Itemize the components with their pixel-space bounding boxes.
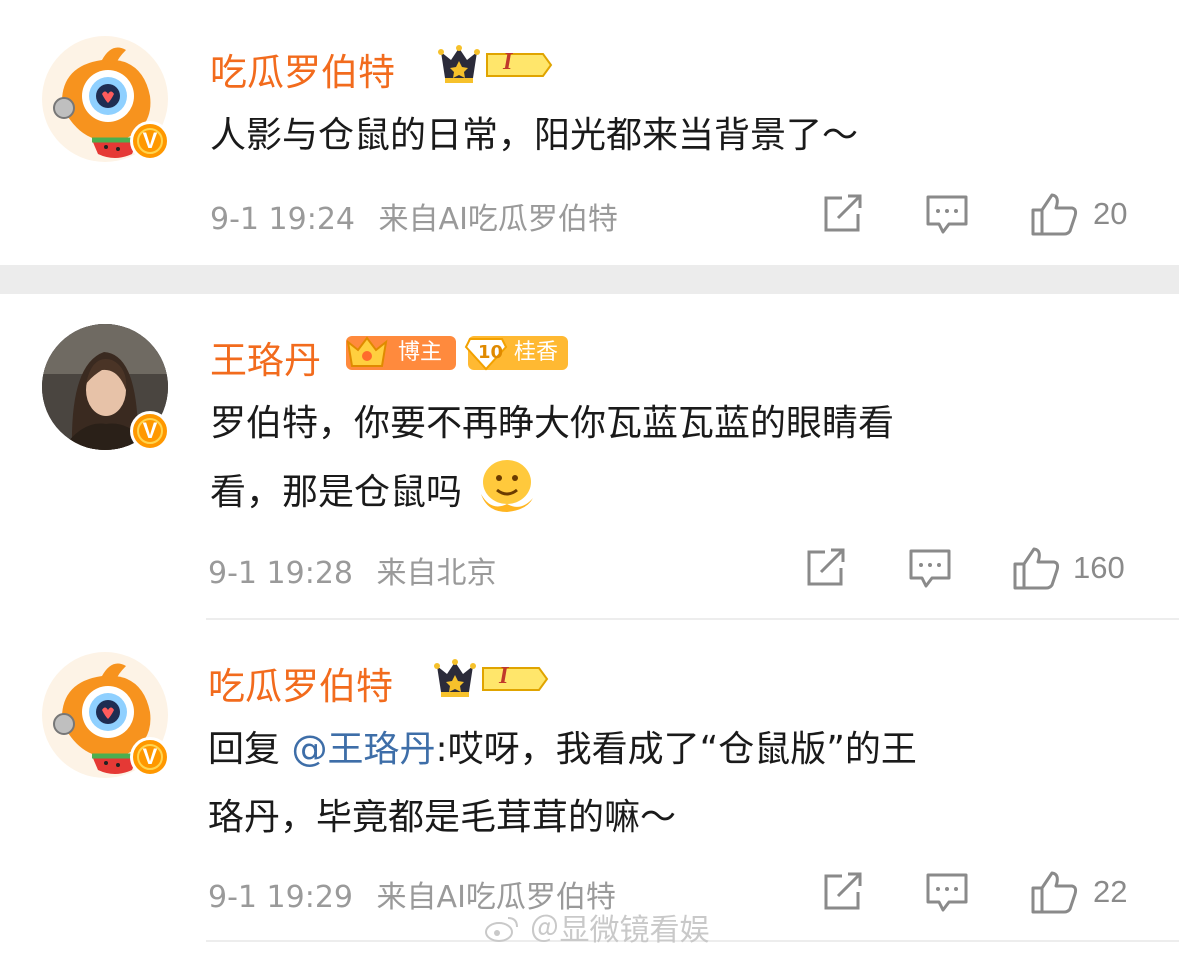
comment-button[interactable] <box>908 548 952 594</box>
like-icon <box>1013 547 1060 590</box>
comment-icon <box>926 195 968 234</box>
comment-text: 人影与仓鼠的日常，阳光都来当背景了～ <box>210 115 859 156</box>
share-icon <box>807 548 845 586</box>
share-icon <box>824 872 862 910</box>
vip-level-text: I <box>499 663 509 689</box>
share-button[interactable] <box>805 548 847 592</box>
section-separator <box>0 265 1179 294</box>
melting-face-emoji-icon <box>481 460 534 512</box>
comment-item: V 吃瓜罗伯特 I 人影与仓鼠的日常，阳光都来当背景了～ 9-1 19:24 来… <box>0 0 1179 265</box>
vip-crown-badge: I <box>433 658 549 704</box>
like-count: 160 <box>1073 550 1125 585</box>
comment-text: 罗伯特，你要不再睁大你瓦蓝瓦蓝的眼睛看 看，那是仓鼠吗 <box>210 403 895 513</box>
comment-meta: 9-1 19:28 来自北京 <box>208 548 497 592</box>
share-icon <box>824 194 862 232</box>
like-icon <box>1031 193 1078 236</box>
comment-source: 来自北京 <box>376 556 497 591</box>
comment-icon <box>909 549 951 588</box>
crown-icon <box>438 45 553 83</box>
comment-button[interactable] <box>925 194 969 240</box>
user-name[interactable]: 吃瓜罗伯特 <box>210 42 395 96</box>
crown-icon <box>434 659 549 697</box>
mention-link[interactable]: @王珞丹 <box>291 729 435 770</box>
verified-icon: V <box>130 411 170 451</box>
blogger-tag: 博主 <box>346 336 456 370</box>
share-button[interactable] <box>822 872 864 916</box>
vip-crown-badge: I <box>437 44 553 90</box>
comment-time: 9-1 19:28 <box>208 556 353 591</box>
like-count: 22 <box>1093 874 1128 909</box>
crown-icon <box>346 336 388 367</box>
user-name[interactable]: 王珞丹 <box>210 330 321 384</box>
comment-source: 来自AI吃瓜罗伯特 <box>378 202 618 237</box>
comment-icon <box>926 873 968 912</box>
like-count: 20 <box>1093 196 1128 231</box>
comment-button[interactable] <box>925 872 969 918</box>
fan-level-tag: 10 桂香 <box>464 336 568 371</box>
comment-time: 9-1 19:24 <box>210 202 355 237</box>
like-button[interactable] <box>1012 546 1060 594</box>
comment-time: 9-1 19:29 <box>208 880 353 915</box>
like-button[interactable] <box>1030 192 1078 240</box>
comment-text: 回复 @王珞丹:哎呀，我看成了“仓鼠版”的王 珞丹，毕竟都是毛茸茸的嘛～ <box>208 729 917 838</box>
comment-item: V 吃瓜罗伯特 I 回复 @王珞丹:哎呀，我看成了“仓鼠版”的王 珞丹，毕竟都是… <box>0 620 1179 940</box>
weibo-logo-icon <box>485 917 518 942</box>
share-button[interactable] <box>822 194 864 238</box>
like-icon <box>1031 871 1078 914</box>
verified-icon: V <box>130 737 170 777</box>
comment-meta: 9-1 19:24 来自AI吃瓜罗伯特 <box>210 194 618 238</box>
like-button[interactable] <box>1030 870 1078 918</box>
watermark: ＠显微镜看娱 <box>484 905 710 949</box>
verified-icon: V <box>130 121 170 161</box>
vip-level-text: I <box>503 49 513 75</box>
user-name[interactable]: 吃瓜罗伯特 <box>208 656 393 710</box>
comment-item: V 王珞丹 博主 10 桂香 罗伯特，你要不再睁大你瓦蓝瓦蓝的眼睛看 看，那是仓… <box>0 294 1179 620</box>
